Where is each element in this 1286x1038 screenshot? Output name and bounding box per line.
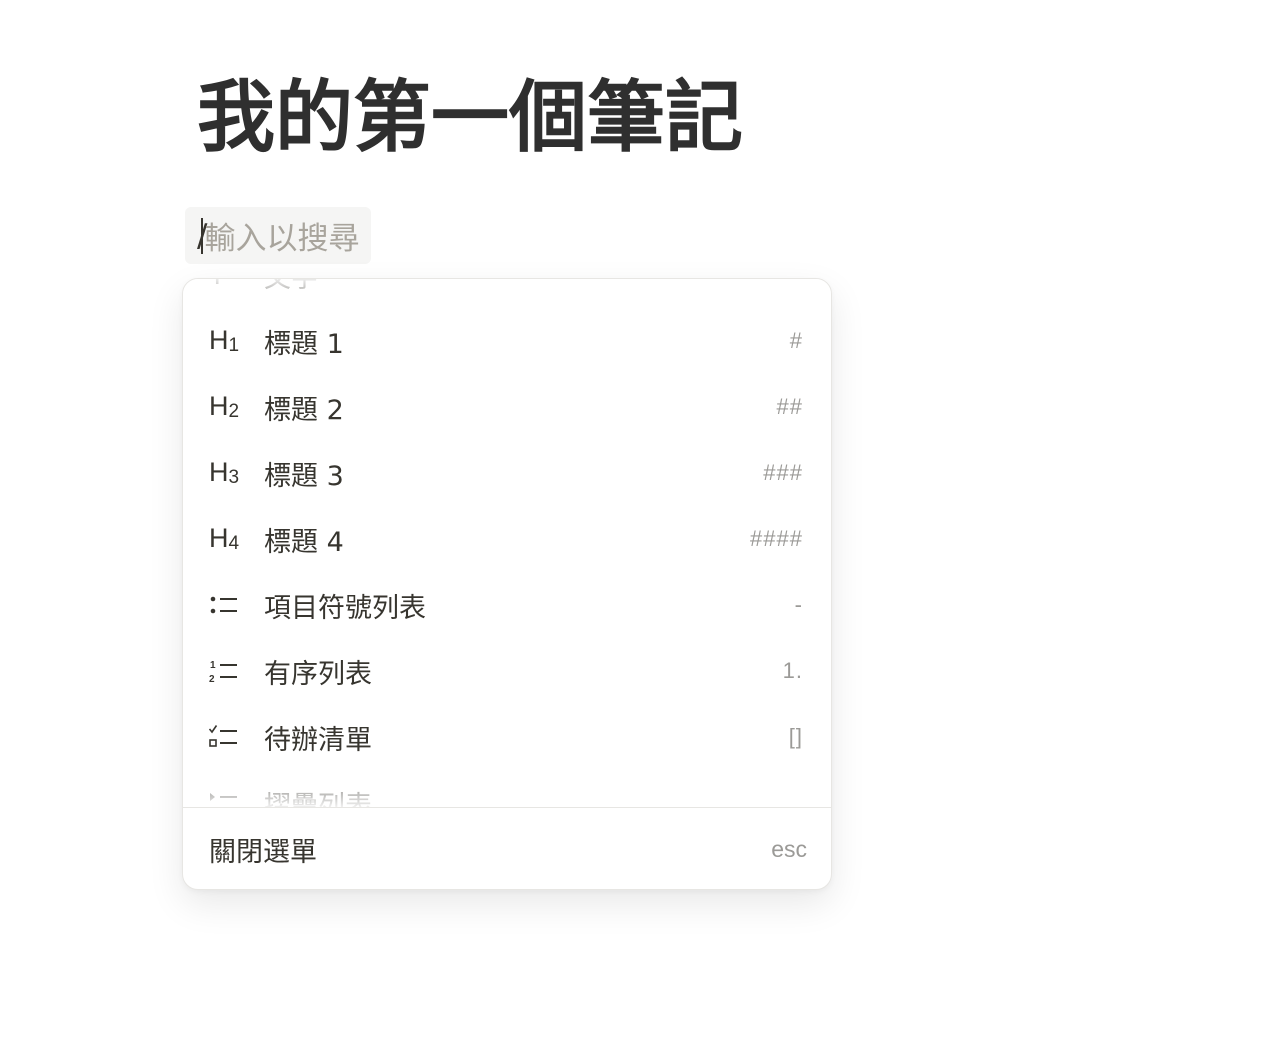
menu-item-bulleted-list[interactable]: 項目符號列表 - bbox=[183, 572, 831, 638]
menu-item-label: 標題 2 bbox=[264, 394, 344, 426]
toggle-list-icon bbox=[209, 790, 249, 807]
menu-item-label: 標題 4 bbox=[264, 526, 344, 558]
menu-item-shortcut: # bbox=[789, 328, 803, 353]
slash-command-menu: T 文字 H1 標題 1 # H2 標題 2 ## bbox=[182, 278, 832, 890]
numbered-list-icon: 1 2 bbox=[209, 658, 249, 684]
todo-list-icon bbox=[209, 724, 249, 750]
menu-list: T 文字 H1 標題 1 # H2 標題 2 ## bbox=[183, 279, 831, 807]
menu-item-shortcut: ## bbox=[776, 394, 803, 419]
close-menu-button[interactable]: 關閉選單 esc bbox=[183, 807, 831, 889]
menu-item-label: 項目符號列表 bbox=[264, 592, 426, 624]
svg-text:1: 1 bbox=[210, 660, 216, 671]
close-menu-shortcut: esc bbox=[771, 835, 807, 862]
menu-item-shortcut: - bbox=[794, 592, 803, 617]
close-menu-label: 關閉選單 bbox=[209, 836, 317, 868]
menu-item-label: 標題 1 bbox=[264, 328, 344, 360]
text-caret bbox=[201, 217, 204, 254]
menu-item-label: 摺疊列表 bbox=[264, 790, 372, 808]
slash-command-input[interactable]: / 輸入以搜尋 bbox=[185, 207, 372, 264]
svg-text:2: 2 bbox=[209, 674, 215, 684]
menu-item-label: 有序列表 bbox=[264, 658, 372, 690]
menu-item-shortcut: 1. bbox=[782, 658, 803, 683]
menu-item-label: 標題 3 bbox=[264, 460, 344, 492]
menu-item-text[interactable]: T 文字 bbox=[183, 279, 831, 308]
menu-scroll-area[interactable]: T 文字 H1 標題 1 # H2 標題 2 ## bbox=[183, 279, 831, 807]
menu-item-toggle-list[interactable]: 摺疊列表 bbox=[183, 770, 831, 807]
page-title[interactable]: 我的第一個筆記 bbox=[197, 72, 743, 164]
menu-item-heading-2[interactable]: H2 標題 2 ## bbox=[183, 374, 831, 440]
search-placeholder: 輸入以搜尋 bbox=[204, 221, 360, 257]
menu-item-todo-list[interactable]: 待辦清單 [] bbox=[183, 704, 831, 770]
heading-1-icon: H1 bbox=[209, 325, 240, 356]
menu-item-shortcut: ### bbox=[763, 460, 803, 485]
menu-item-heading-1[interactable]: H1 標題 1 # bbox=[183, 308, 831, 374]
menu-item-shortcut: #### bbox=[750, 526, 803, 551]
bulleted-list-icon bbox=[209, 592, 249, 618]
menu-item-shortcut: [] bbox=[788, 724, 803, 749]
heading-4-icon: H4 bbox=[209, 523, 240, 554]
menu-item-numbered-list[interactable]: 1 2 有序列表 1. bbox=[183, 638, 831, 704]
menu-item-label: 文字 bbox=[264, 279, 318, 295]
menu-item-heading-3[interactable]: H3 標題 3 ### bbox=[183, 440, 831, 506]
heading-2-icon: H2 bbox=[209, 391, 240, 422]
heading-3-icon: H3 bbox=[209, 457, 240, 488]
menu-item-heading-4[interactable]: H4 標題 4 #### bbox=[183, 506, 831, 572]
text-icon: T bbox=[209, 279, 249, 291]
menu-item-label: 待辦清單 bbox=[264, 724, 372, 756]
